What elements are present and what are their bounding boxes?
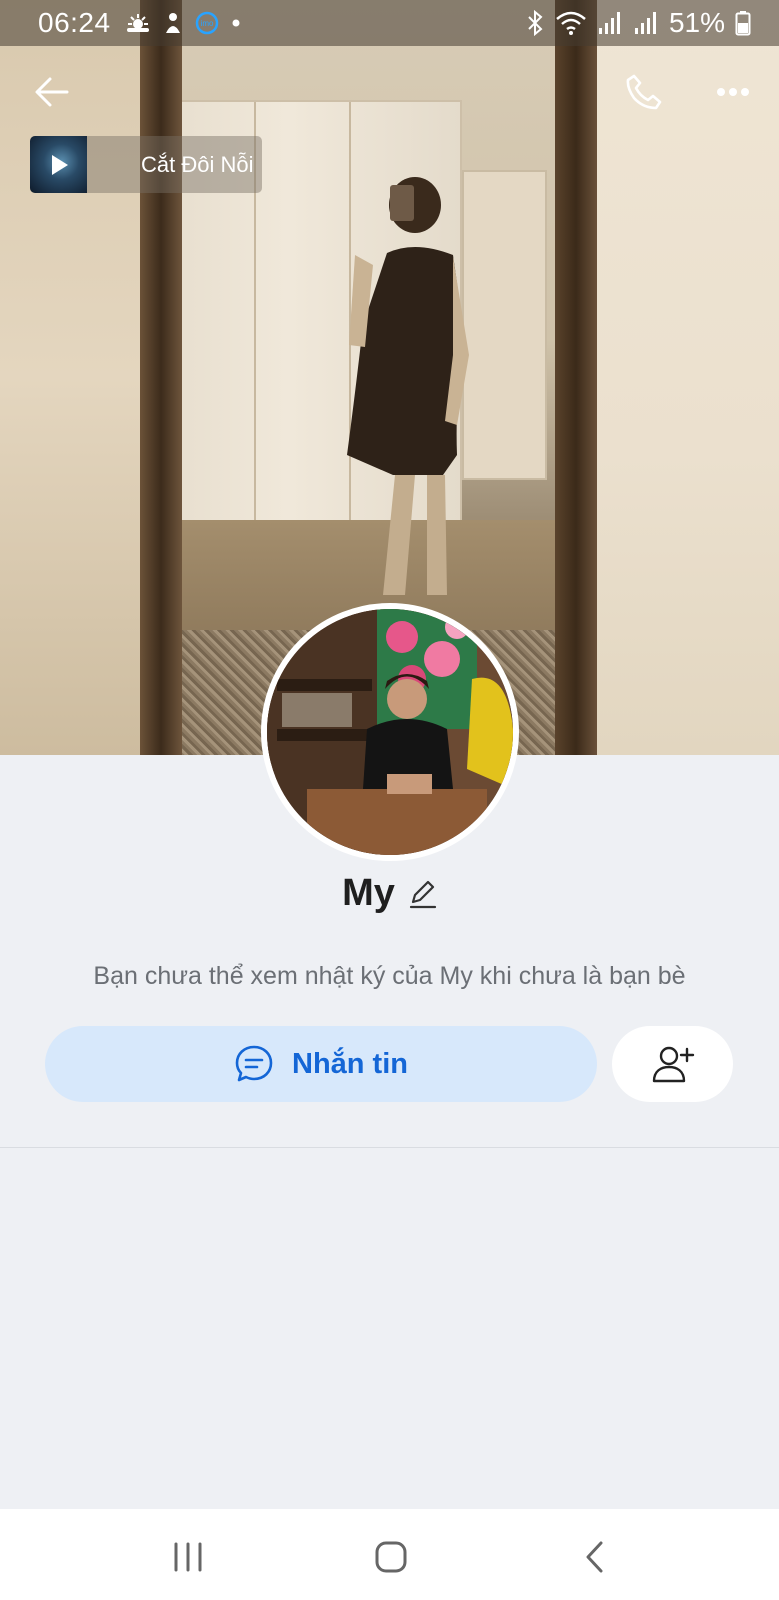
play-icon <box>51 154 68 175</box>
music-cover <box>30 136 87 193</box>
nav-back-button[interactable] <box>564 1537 624 1577</box>
avatar[interactable] <box>261 603 519 861</box>
privacy-notice: Bạn chưa thể xem nhật ký của My khi chưa… <box>93 962 686 990</box>
add-friend-button[interactable] <box>612 1026 733 1102</box>
more-button[interactable] <box>703 62 763 122</box>
profile-name-row: My <box>0 872 779 915</box>
phone-icon <box>626 74 662 110</box>
home-button[interactable] <box>361 1537 421 1577</box>
battery-icon <box>735 11 751 36</box>
arrow-left-icon <box>35 77 69 107</box>
wifi-icon <box>556 11 586 35</box>
weather-icon <box>126 14 149 32</box>
profile-music[interactable]: Cắt Đôi Nỗi Sầu <box>30 136 262 193</box>
imo-icon: imo <box>195 11 218 35</box>
pencil-icon[interactable] <box>409 879 437 909</box>
bluetooth-icon <box>528 10 543 36</box>
signal-icon <box>634 12 656 34</box>
chat-bubble-icon <box>235 1045 273 1082</box>
section-divider <box>0 1147 779 1148</box>
signal-icon <box>598 12 620 34</box>
recent-apps-icon <box>174 1542 202 1572</box>
back-icon <box>586 1541 603 1573</box>
status-time: 06:24 <box>38 7 111 38</box>
cover-figure <box>347 177 469 595</box>
add-user-icon <box>652 1046 694 1083</box>
avatar-photo <box>267 609 513 855</box>
notification-icon <box>165 13 180 33</box>
call-button[interactable] <box>614 62 674 122</box>
recent-apps-button[interactable] <box>158 1537 218 1577</box>
status-bar: 06:24 imo 51% <box>0 0 779 46</box>
profile-name: My <box>342 872 395 914</box>
svg-text:imo: imo <box>200 19 213 28</box>
system-nav-bar <box>0 1509 779 1600</box>
back-button[interactable] <box>22 62 82 122</box>
dot-icon <box>232 19 240 27</box>
more-dots-icon <box>717 88 749 96</box>
music-title: Cắt Đôi Nỗi Sầu <box>141 151 253 177</box>
home-icon <box>375 1541 407 1573</box>
message-button-label: Nhắn tin <box>292 1047 408 1080</box>
battery-percent: 51% <box>668 7 725 38</box>
message-button[interactable]: Nhắn tin <box>45 1026 597 1102</box>
